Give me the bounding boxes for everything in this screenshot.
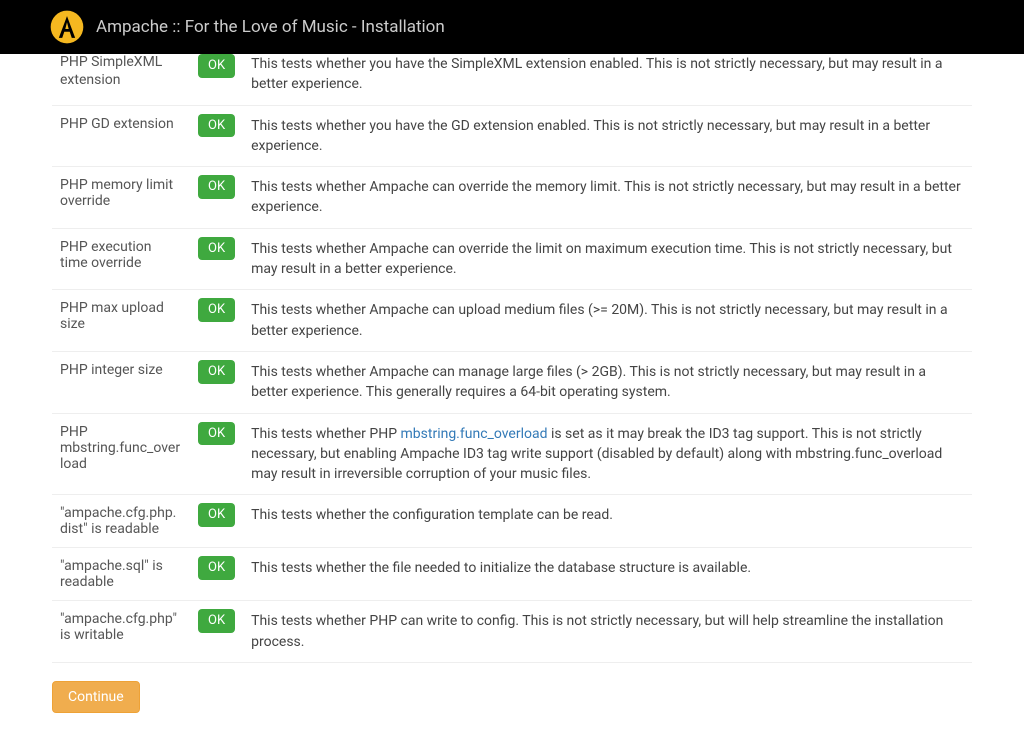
check-name: PHP max upload size: [52, 290, 190, 352]
status-badge: OK: [198, 422, 235, 446]
status-badge: OK: [198, 609, 235, 633]
desc-text: This tests whether Ampache can upload me…: [251, 302, 947, 338]
main-content: PHP SimpleXML extension OK This tests whet…: [0, 54, 1024, 743]
doc-link[interactable]: mbstring.func_overload: [401, 426, 548, 442]
check-description: This tests whether Ampache can manage la…: [243, 351, 972, 413]
ampache-logo-icon: [50, 10, 84, 44]
check-description: This tests whether you have the SimpleXM…: [243, 54, 972, 105]
table-row: PHP integer size OK This tests whether Amp…: [52, 351, 972, 413]
desc-text: This tests whether PHP can write to conf…: [251, 613, 943, 649]
check-name: "ampache.sql" is readable: [52, 548, 190, 601]
check-status-cell: OK: [190, 167, 243, 229]
check-status-cell: OK: [190, 601, 243, 663]
check-status-cell: OK: [190, 351, 243, 413]
status-badge: OK: [198, 175, 235, 199]
check-description: This tests whether you have the GD exten…: [243, 105, 972, 167]
table-row: PHP memory limit override OK This tests wh…: [52, 167, 972, 229]
desc-text: This tests whether the configuration tem…: [251, 507, 613, 523]
desc-text: This tests whether Ampache can manage la…: [251, 364, 926, 400]
status-badge: OK: [198, 556, 235, 580]
status-badge: OK: [198, 237, 235, 261]
check-status-cell: OK: [190, 495, 243, 548]
app-header: Ampache :: For the Love of Music - Insta…: [0, 0, 1024, 54]
status-badge: OK: [198, 503, 235, 527]
table-row: "ampache.cfg.php.dist" is readable OK This…: [52, 495, 972, 548]
check-description: This tests whether PHP can write to conf…: [243, 601, 972, 663]
check-status-cell: OK: [190, 228, 243, 290]
check-name: "ampache.cfg.php.dist" is readable: [52, 495, 190, 548]
check-status-cell: OK: [190, 548, 243, 601]
check-description: This tests whether Ampache can override …: [243, 167, 972, 229]
desc-text: This tests whether you have the GD exten…: [251, 118, 930, 154]
check-description: This tests whether Ampache can override …: [243, 228, 972, 290]
check-name: PHP integer size: [52, 351, 190, 413]
status-badge: OK: [198, 114, 235, 138]
desc-text: This tests whether Ampache can override …: [251, 179, 961, 215]
check-status-cell: OK: [190, 54, 243, 105]
table-row: PHP GD extension OK This tests whether you…: [52, 105, 972, 167]
table-row: "ampache.sql" is readable OK This tests wh…: [52, 548, 972, 601]
check-name: PHP mbstring.func_overload: [52, 413, 190, 495]
desc-text: This tests whether the file needed to in…: [251, 560, 751, 576]
check-status-cell: OK: [190, 105, 243, 167]
check-name: PHP memory limit override: [52, 167, 190, 229]
status-badge: OK: [198, 298, 235, 322]
check-description: This tests whether Ampache can upload me…: [243, 290, 972, 352]
check-name: "ampache.cfg.php" is writable: [52, 601, 190, 663]
table-row: PHP max upload size OK This tests whether …: [52, 290, 972, 352]
requirements-table: PHP SimpleXML extension OK This tests whet…: [52, 54, 972, 663]
desc-text: This tests whether PHP: [251, 426, 400, 442]
page-title: Ampache :: For the Love of Music - Insta…: [96, 17, 445, 37]
check-description: This tests whether the configuration tem…: [243, 495, 972, 548]
desc-text: This tests whether Ampache can override …: [251, 241, 952, 277]
table-row: PHP execution time override OK This tests …: [52, 228, 972, 290]
status-badge: OK: [198, 54, 235, 78]
table-row: PHP mbstring.func_overload OK This tests w…: [52, 413, 972, 495]
table-row: "ampache.cfg.php" is writable OK This test…: [52, 601, 972, 663]
desc-text: This tests whether you have the SimpleXM…: [251, 56, 942, 92]
check-name: PHP SimpleXML extension: [52, 54, 190, 105]
check-description: This tests whether PHP mbstring.func_ove…: [243, 413, 972, 495]
check-status-cell: OK: [190, 413, 243, 495]
check-name: PHP GD extension: [52, 105, 190, 167]
status-badge: OK: [198, 360, 235, 384]
check-name: PHP execution time override: [52, 228, 190, 290]
check-status-cell: OK: [190, 290, 243, 352]
continue-button[interactable]: Continue: [52, 681, 140, 713]
check-description: This tests whether the file needed to in…: [243, 548, 972, 601]
table-row: PHP SimpleXML extension OK This tests whet…: [52, 54, 972, 105]
